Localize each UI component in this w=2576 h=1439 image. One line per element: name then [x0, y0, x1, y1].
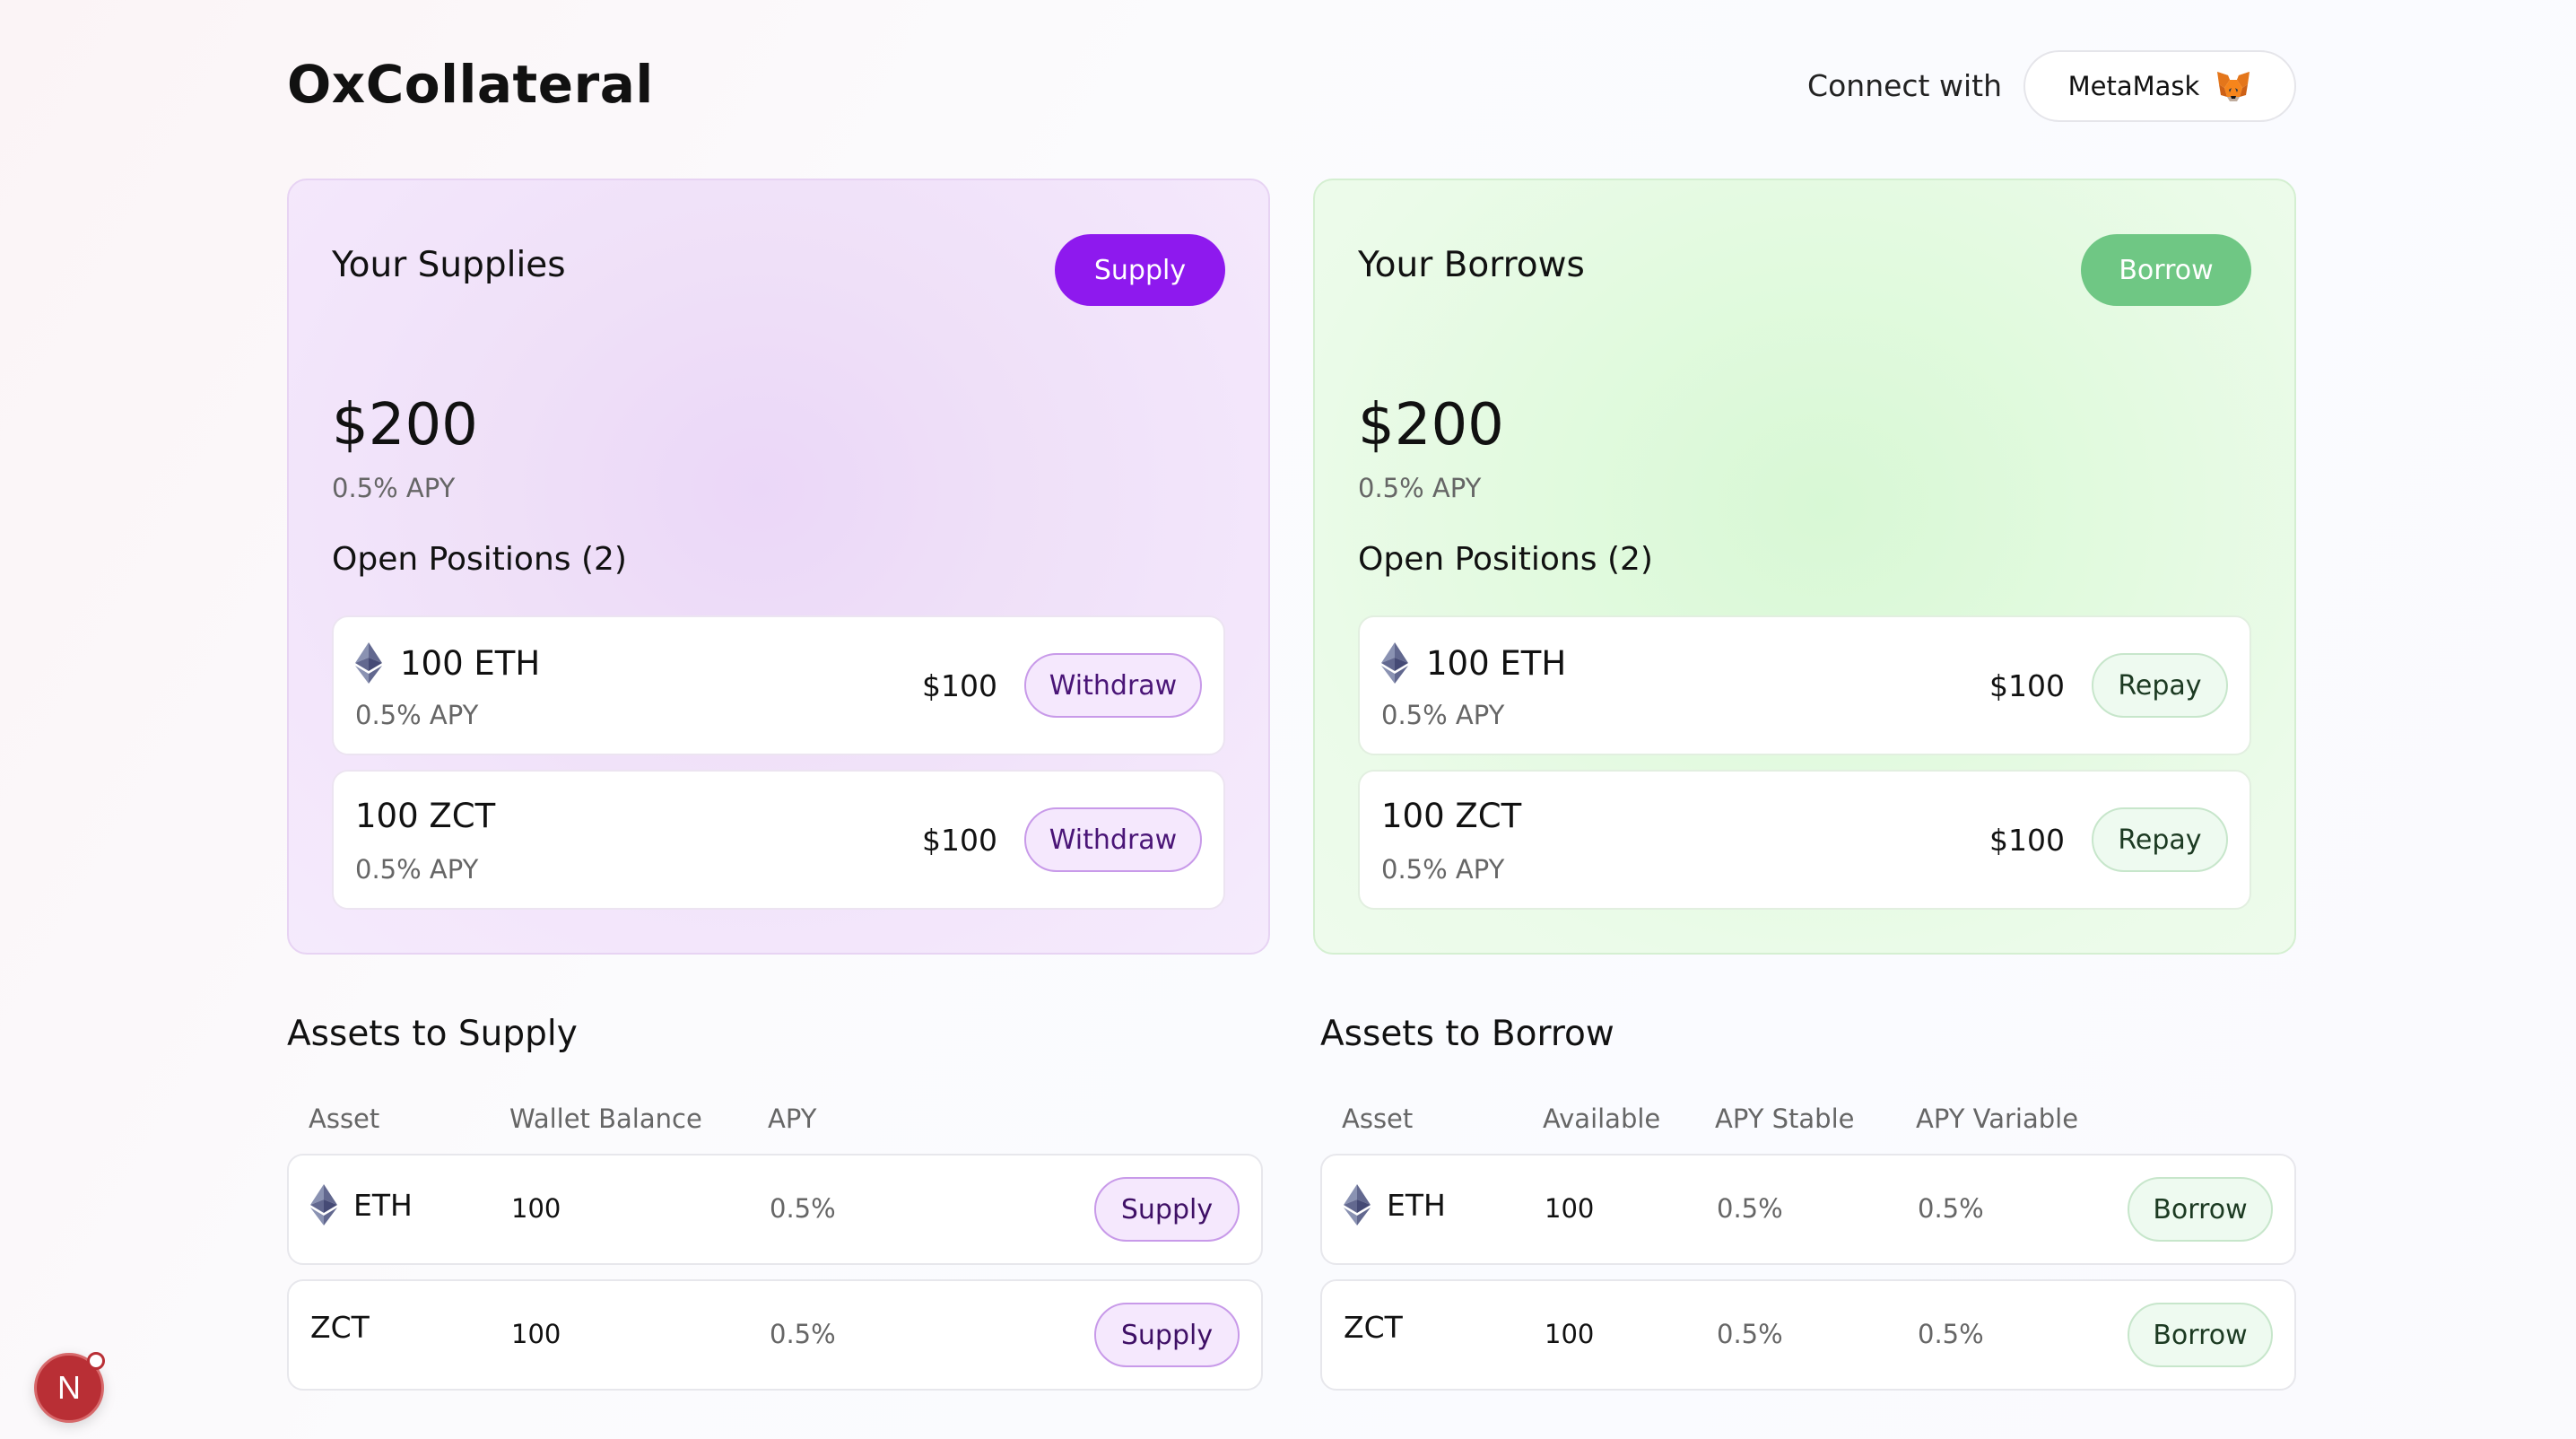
connect-label: Connect with — [1807, 68, 2002, 103]
asset-name: ZCT — [310, 1310, 370, 1345]
position-usd-value: $100 — [922, 668, 997, 703]
apy-stable-cell: 0.5% — [1717, 1319, 1783, 1349]
position-asset: 100 ZCT — [355, 797, 495, 835]
column-header: APY — [768, 1103, 817, 1134]
metamask-fox-icon — [2217, 72, 2250, 101]
dev-tools-badge[interactable]: N — [34, 1352, 105, 1423]
apy-cell: 0.5% — [770, 1193, 836, 1224]
supply-position-row: 100 ETH 0.5% APY $100 Withdraw — [332, 615, 1225, 755]
supplies-open-positions-label: Open Positions (2) — [332, 541, 627, 578]
borrows-apy: 0.5% APY — [1358, 473, 1482, 503]
column-header: APY Stable — [1715, 1103, 1855, 1134]
assets-to-supply-title: Assets to Supply — [287, 1014, 578, 1054]
borrows-card: Your Borrows Borrow $200 0.5% APY Open P… — [1313, 179, 2296, 955]
apy-cell: 0.5% — [770, 1319, 836, 1349]
asset-name: ZCT — [1344, 1310, 1403, 1345]
eth-icon — [310, 1184, 337, 1225]
position-asset-name: 100 ZCT — [355, 797, 496, 835]
position-usd-value: $100 — [922, 823, 997, 858]
borrow-position-row: 100 ETH 0.5% APY $100 Repay — [1358, 615, 2251, 755]
position-apy: 0.5% APY — [1381, 854, 1505, 885]
supply-button[interactable]: Supply — [1055, 234, 1225, 306]
table-row: ZCT 100 0.5% Supply — [287, 1279, 1263, 1391]
eth-icon — [355, 642, 382, 684]
position-asset: 100 ETH — [355, 642, 540, 684]
dev-badge-letter: N — [57, 1369, 81, 1406]
supply-asset-button[interactable]: Supply — [1094, 1303, 1240, 1367]
column-header: Wallet Balance — [509, 1103, 702, 1134]
apy-variable-cell: 0.5% — [1918, 1319, 1984, 1349]
metamask-connect-button[interactable]: MetaMask — [2023, 50, 2296, 122]
position-asset: 100 ETH — [1381, 642, 1566, 684]
position-asset: 100 ZCT — [1381, 797, 1521, 835]
asset-cell: ZCT — [1344, 1310, 1403, 1345]
notification-dot — [87, 1352, 105, 1370]
borrow-asset-button[interactable]: Borrow — [2128, 1303, 2273, 1367]
wallet-balance-cell: 100 — [511, 1193, 561, 1224]
asset-name: ETH — [353, 1187, 413, 1223]
header: OxCollateral Connect with MetaMask — [287, 50, 2296, 126]
asset-cell: ETH — [1344, 1184, 1446, 1225]
column-header: Available — [1543, 1103, 1661, 1134]
withdraw-button[interactable]: Withdraw — [1024, 807, 1202, 872]
repay-button[interactable]: Repay — [2092, 653, 2228, 718]
apy-variable-cell: 0.5% — [1918, 1193, 1984, 1224]
asset-cell: ETH — [310, 1184, 413, 1225]
position-apy: 0.5% APY — [355, 700, 479, 730]
table-row: ETH 100 0.5% 0.5% Borrow — [1320, 1154, 2296, 1265]
position-apy: 0.5% APY — [355, 854, 479, 885]
column-header: Asset — [309, 1103, 380, 1134]
borrows-total-amount: $200 — [1358, 392, 1504, 458]
position-apy: 0.5% APY — [1381, 700, 1505, 730]
borrows-open-positions-label: Open Positions (2) — [1358, 541, 1653, 578]
column-header: APY Variable — [1916, 1103, 2079, 1134]
supply-position-row: 100 ZCT 0.5% APY $100 Withdraw — [332, 770, 1225, 910]
table-row: ETH 100 0.5% Supply — [287, 1154, 1263, 1265]
withdraw-button[interactable]: Withdraw — [1024, 653, 1202, 718]
supplies-card: Your Supplies Supply $200 0.5% APY Open … — [287, 179, 1270, 955]
borrow-asset-button[interactable]: Borrow — [2128, 1177, 2273, 1242]
borrow-position-row: 100 ZCT 0.5% APY $100 Repay — [1358, 770, 2251, 910]
available-cell: 100 — [1545, 1193, 1595, 1224]
eth-icon — [1381, 642, 1408, 684]
asset-name: ETH — [1387, 1187, 1446, 1223]
position-asset-name: 100 ZCT — [1381, 797, 1522, 835]
borrows-title: Your Borrows — [1358, 245, 1585, 285]
position-asset-name: 100 ETH — [1426, 643, 1567, 683]
repay-button[interactable]: Repay — [2092, 807, 2228, 872]
table-row: ZCT 100 0.5% 0.5% Borrow — [1320, 1279, 2296, 1391]
metamask-button-label: MetaMask — [2067, 71, 2200, 101]
column-header: Asset — [1342, 1103, 1414, 1134]
position-usd-value: $100 — [1989, 823, 2065, 858]
supply-asset-button[interactable]: Supply — [1094, 1177, 1240, 1242]
wallet-balance-cell: 100 — [511, 1319, 561, 1349]
assets-to-borrow-title: Assets to Borrow — [1320, 1014, 1614, 1054]
position-asset-name: 100 ETH — [400, 643, 541, 683]
apy-stable-cell: 0.5% — [1717, 1193, 1783, 1224]
borrow-button[interactable]: Borrow — [2081, 234, 2251, 306]
eth-icon — [1344, 1184, 1371, 1225]
supplies-apy: 0.5% APY — [332, 473, 456, 503]
app-logo: OxCollateral — [287, 54, 654, 115]
available-cell: 100 — [1545, 1319, 1595, 1349]
position-usd-value: $100 — [1989, 668, 2065, 703]
supplies-total-amount: $200 — [332, 392, 478, 458]
supplies-title: Your Supplies — [332, 245, 566, 285]
asset-cell: ZCT — [310, 1310, 370, 1345]
